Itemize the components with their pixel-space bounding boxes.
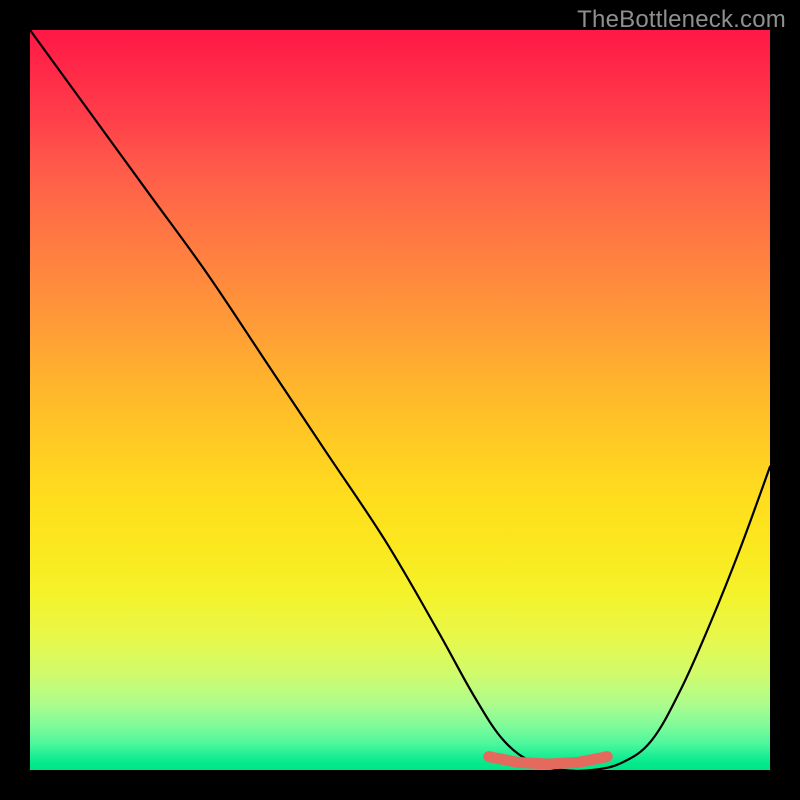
bottleneck-curve-svg	[30, 30, 770, 770]
plot-area	[30, 30, 770, 770]
sweet-spot-marker-path	[489, 757, 607, 764]
bottleneck-curve-path	[30, 30, 770, 770]
watermark-text: TheBottleneck.com	[577, 6, 786, 34]
chart-frame: TheBottleneck.com	[0, 0, 800, 800]
